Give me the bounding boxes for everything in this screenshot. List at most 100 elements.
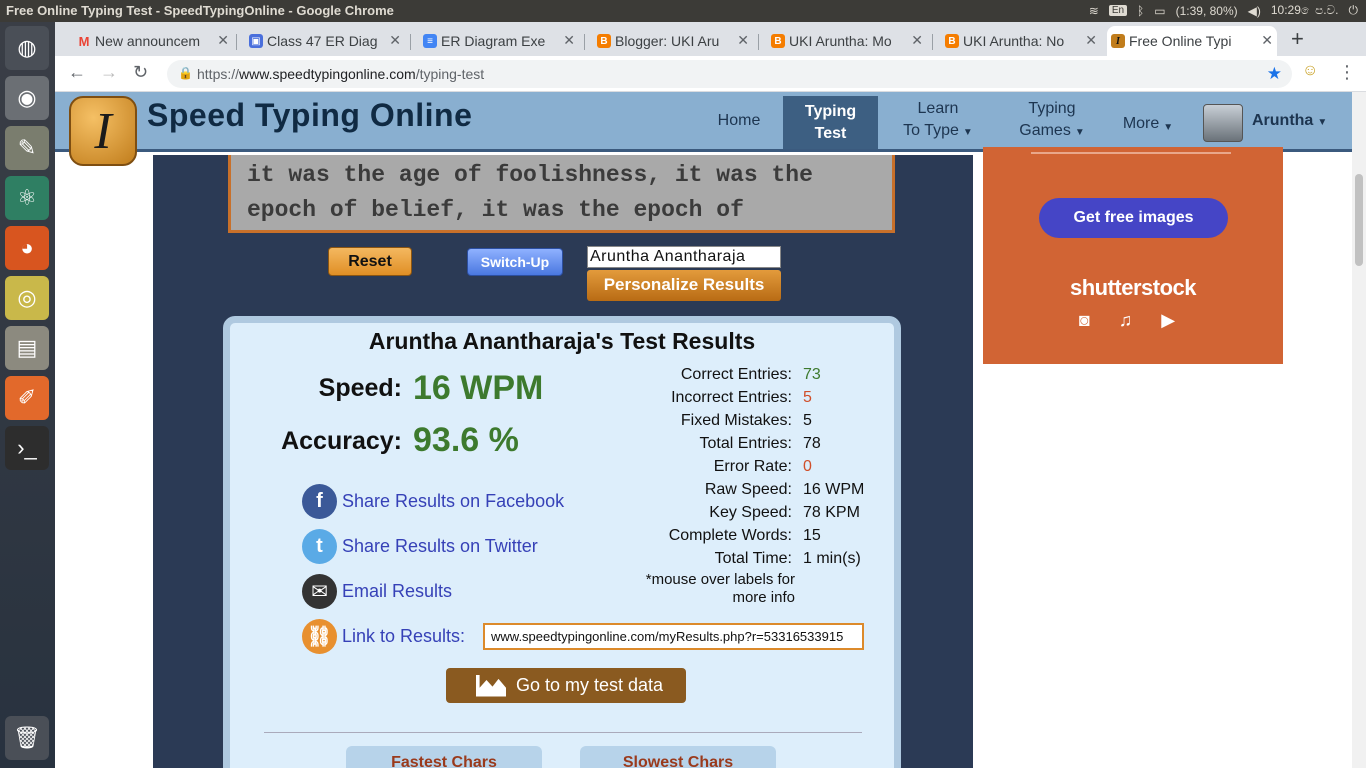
stat-label[interactable]: Key Speed: <box>709 504 792 522</box>
chrome-icon[interactable]: ◎ <box>5 276 49 320</box>
trash-icon[interactable]: 🗑 <box>5 716 49 760</box>
share-twitter[interactable]: t Share Results on Twitter <box>302 528 538 564</box>
close-icon[interactable]: ✕ <box>1261 32 1273 49</box>
wifi-icon[interactable]: ≋ <box>1089 4 1099 18</box>
battery-icon[interactable]: ▭ <box>1154 4 1165 18</box>
name-input[interactable] <box>587 246 781 268</box>
nav-home[interactable]: Home <box>703 92 775 149</box>
stat-row: Complete Words: 15 <box>600 527 900 550</box>
site-logo[interactable]: I <box>69 96 137 166</box>
advertisement[interactable]: Get free images shutterstock ◙ ♫ ▶ <box>983 147 1283 364</box>
tab-strip: M New announcem ✕ ▣ Class 47 ER Diag ✕ ≡… <box>55 22 1366 56</box>
reset-button[interactable]: Reset <box>328 247 412 276</box>
tab-blogger-2[interactable]: B UKI Aruntha: Mo ✕ <box>767 26 927 56</box>
nav-typing-test[interactable]: Typing Test <box>783 96 878 149</box>
forward-icon[interactable]: → <box>100 62 118 83</box>
envelope-icon[interactable]: ✉ <box>302 573 337 609</box>
tab-label: ER Diagram Exe <box>441 33 546 49</box>
close-icon[interactable]: ✕ <box>1085 32 1097 49</box>
tab-label: UKI Aruntha: No <box>963 33 1065 49</box>
blogger-icon: B <box>597 34 611 48</box>
nav-more[interactable]: More ▼ <box>1113 92 1183 149</box>
back-icon[interactable]: ← <box>68 62 86 83</box>
stat-label[interactable]: Correct Entries: <box>681 366 792 384</box>
clock[interactable]: 10:29 ෙප.ව. <box>1271 3 1339 18</box>
dash-icon[interactable]: ◍ <box>5 26 49 70</box>
blogger-icon: B <box>771 34 785 48</box>
stat-label[interactable]: Complete Words: <box>669 527 792 545</box>
stat-label[interactable]: Total Entries: <box>700 435 792 453</box>
tab-speedtyping[interactable]: I Free Online Typi ✕ <box>1107 26 1277 56</box>
tab-docs[interactable]: ≡ ER Diagram Exe ✕ <box>419 26 579 56</box>
new-tab-icon[interactable]: + <box>1291 26 1304 52</box>
tab-label: Free Online Typi <box>1129 33 1232 49</box>
stat-value: 16 WPM <box>803 481 865 498</box>
slowest-chars-tab[interactable]: Slowest Chars <box>580 746 776 768</box>
divider <box>264 732 862 733</box>
tab-blogger-3[interactable]: B UKI Aruntha: No ✕ <box>941 26 1101 56</box>
scrollbar-thumb[interactable] <box>1355 174 1363 266</box>
text-editor-icon[interactable]: ✎ <box>5 126 49 170</box>
reload-icon[interactable]: ↻ <box>133 62 148 83</box>
bookmark-star-icon[interactable]: ★ <box>1267 64 1282 84</box>
close-icon[interactable]: ✕ <box>911 32 923 49</box>
share-facebook[interactable]: f Share Results on Facebook <box>302 483 564 519</box>
close-icon[interactable]: ✕ <box>737 32 749 49</box>
lock-icon[interactable]: 🔒 <box>178 66 193 80</box>
share-facebook-link[interactable]: Share Results on Facebook <box>342 491 564 512</box>
go-to-test-data-button[interactable]: Go to my test data <box>446 668 686 703</box>
stat-label[interactable]: Error Rate: <box>714 458 792 476</box>
close-icon[interactable]: ✕ <box>563 32 575 49</box>
page-scrollbar[interactable] <box>1352 92 1366 768</box>
stat-label[interactable]: Total Time: <box>715 550 792 568</box>
results-url-field[interactable] <box>483 623 864 650</box>
stat-value: 78 KPM <box>803 504 860 521</box>
close-icon[interactable]: ✕ <box>217 32 229 49</box>
firefox-icon[interactable]: ◕ <box>5 226 49 270</box>
get-free-images-button[interactable]: Get free images <box>1039 198 1228 238</box>
site-name[interactable]: Speed Typing Online <box>147 97 472 134</box>
nav-typing-games[interactable]: Typing Games ▼ <box>1007 92 1097 149</box>
power-icon[interactable]: ⏻ <box>1349 3 1359 18</box>
tab-classroom[interactable]: ▣ Class 47 ER Diag ✕ <box>245 26 405 56</box>
share-twitter-link[interactable]: Share Results on Twitter <box>342 536 538 557</box>
extension-icon[interactable]: ☺ <box>1302 62 1318 80</box>
tab-blogger-1[interactable]: B Blogger: UKI Aru ✕ <box>593 26 753 56</box>
ad-brand: shutterstock <box>1069 275 1197 300</box>
speedtyping-icon: I <box>1111 34 1125 48</box>
tab-gmail[interactable]: M New announcem ✕ <box>73 26 233 56</box>
twitter-icon[interactable]: t <box>302 528 337 564</box>
personalize-results-button[interactable]: Personalize Results <box>587 270 781 301</box>
battery-status[interactable]: (1:39, 80%) <box>1176 4 1238 18</box>
link-icon: ⛓ <box>302 618 337 654</box>
close-icon[interactable]: ✕ <box>389 32 401 49</box>
area-chart-icon <box>476 674 506 697</box>
email-results-link[interactable]: Email Results <box>342 581 452 602</box>
fastest-chars-tab[interactable]: Fastest Chars <box>346 746 542 768</box>
pencil-app-icon[interactable]: ✐ <box>5 376 49 420</box>
email-results[interactable]: ✉ Email Results <box>302 573 452 609</box>
ad-divider <box>1031 152 1231 154</box>
bluetooth-icon[interactable]: ᛒ <box>1137 4 1144 18</box>
avatar[interactable] <box>1203 104 1243 142</box>
accuracy-label: Accuracy: <box>281 427 402 455</box>
terminal-icon[interactable]: ›_ <box>5 426 49 470</box>
facebook-icon[interactable]: f <box>302 483 337 519</box>
stat-label[interactable]: Raw Speed: <box>705 481 792 499</box>
address-bar[interactable]: 🔒 https://www.speedtypingonline.com/typi… <box>167 60 1292 88</box>
camera-app-icon[interactable]: ◉ <box>5 76 49 120</box>
nav-learn-to-type[interactable]: Learn To Type ▼ <box>893 92 983 149</box>
speed-value: 16 WPM <box>413 369 544 407</box>
menu-icon[interactable]: ⋮ <box>1338 62 1356 83</box>
volume-icon[interactable]: ◀) <box>1248 4 1261 18</box>
atom-icon[interactable]: ⚛ <box>5 176 49 220</box>
stat-label[interactable]: Fixed Mistakes: <box>681 412 792 430</box>
keyboard-indicator[interactable]: En <box>1108 5 1128 16</box>
typing-text-box[interactable]: it was the age of foolishness, it was th… <box>228 155 895 233</box>
switch-up-button[interactable]: Switch-Up <box>467 248 563 276</box>
results-title: Aruntha Anantharaja's Test Results <box>368 328 756 354</box>
user-menu[interactable]: Aruntha ▼ <box>1252 112 1327 130</box>
tab-label: Blogger: UKI Aru <box>615 33 720 49</box>
files-icon[interactable]: ▤ <box>5 326 49 370</box>
stat-label[interactable]: Incorrect Entries: <box>671 389 792 407</box>
